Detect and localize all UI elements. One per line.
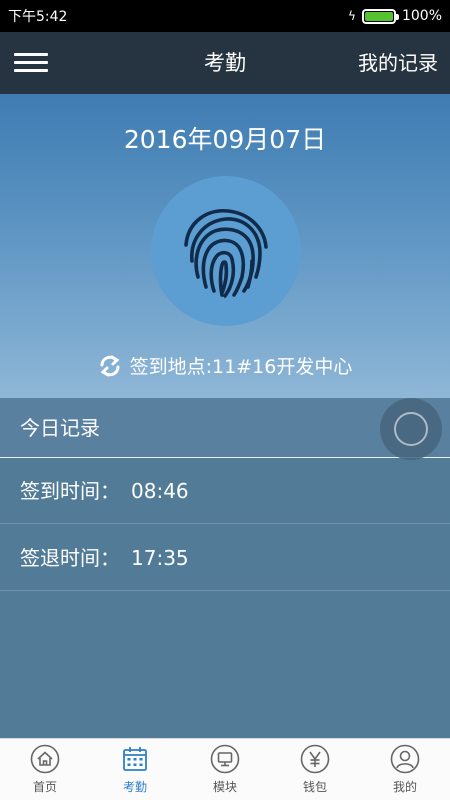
status-right: ϟ 100% <box>348 8 442 24</box>
user-icon <box>389 743 421 775</box>
status-bar: 下午5:42 ϟ 100% <box>0 0 450 32</box>
tab-attendance[interactable]: 考勤 <box>90 739 180 800</box>
menu-line <box>14 61 48 64</box>
fingerprint-button[interactable] <box>151 176 301 326</box>
checkout-time-label: 签退时间： <box>20 546 120 570</box>
monitor-icon <box>209 743 241 775</box>
home-icon <box>29 743 61 775</box>
battery-fill <box>364 11 393 21</box>
tab-attendance-label: 考勤 <box>122 780 147 794</box>
hamburger-menu-icon[interactable] <box>14 49 48 77</box>
tab-modules-label: 模块 <box>212 780 237 794</box>
today-records-header: 今日记录 <box>0 398 450 460</box>
tab-profile-label: 我的 <box>392 780 417 794</box>
menu-line <box>14 53 48 56</box>
my-records-button[interactable]: 我的记录 <box>358 32 438 94</box>
bottom-tab-bar: 首页 考勤 模块 钱包 我的 <box>0 738 450 800</box>
today-records-title: 今日记录 <box>20 416 100 440</box>
tab-home-label: 首页 <box>32 780 57 794</box>
checkin-time-label: 签到时间： <box>20 479 120 503</box>
calendar-icon <box>119 743 151 775</box>
checkin-date: 2016年09月07日 <box>123 125 327 154</box>
fingerprint-icon <box>184 209 268 298</box>
tab-wallet-label: 钱包 <box>302 780 327 794</box>
status-time: 下午5:42 <box>8 9 68 25</box>
battery-icon <box>361 8 399 24</box>
checkin-time-row: 签到时间： 08:46 <box>0 458 450 524</box>
menu-line <box>14 69 48 72</box>
checkin-location: 签到地点:11#16开发中心 <box>0 352 450 379</box>
checkin-location-label: 签到地点:11#16开发中心 <box>129 356 353 378</box>
battery-percent: 100% <box>401 8 442 24</box>
checkout-time-value: 17:35 <box>131 546 189 570</box>
app-bar: 考勤 我的记录 <box>0 32 450 94</box>
tab-wallet[interactable]: 钱包 <box>270 739 360 800</box>
circle-icon <box>394 412 428 446</box>
floating-assistive-button[interactable] <box>380 398 442 460</box>
checkin-panel: 2016年09月07日 签到地点:11#16开发中心 <box>0 94 450 398</box>
tab-modules[interactable]: 模块 <box>180 739 270 800</box>
today-records: 今日记录 签到时间： 08:46 签退时间： 17:35 <box>0 398 450 738</box>
checkout-time-row: 签退时间： 17:35 <box>0 525 450 591</box>
tab-profile[interactable]: 我的 <box>360 739 450 800</box>
wallet-yen-icon <box>299 743 331 775</box>
refresh-icon[interactable] <box>98 354 122 378</box>
checkin-time-value: 08:46 <box>131 479 189 503</box>
tab-home[interactable]: 首页 <box>0 739 90 800</box>
charging-icon: ϟ <box>348 9 356 23</box>
